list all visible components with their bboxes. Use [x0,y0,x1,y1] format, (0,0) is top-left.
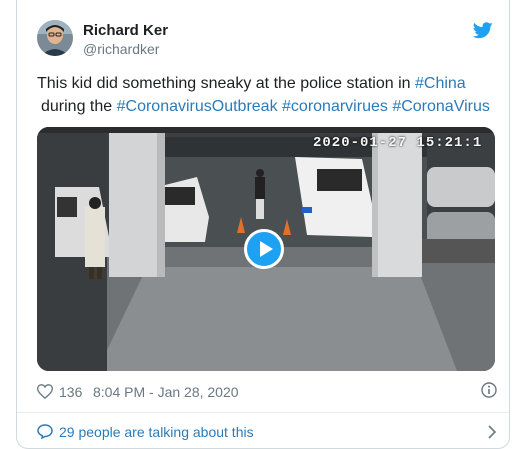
divider [17,412,509,413]
hashtag-china[interactable]: #China [415,75,466,92]
play-icon [260,241,273,257]
hashtag-coronarvirues[interactable]: #coronarvirues [282,98,388,115]
conversation-label: 29 people are talking about this [59,424,254,440]
video-timestamp-overlay: 2020-01-27 15:21:1 [313,135,483,151]
hashtag-coronavirus[interactable]: #CoronaVirus [392,98,490,115]
conversation-link[interactable]: 29 people are talking about this [37,422,497,442]
hashtag-coronavirusoutbreak[interactable]: #CoronavirusOutbreak [117,98,278,115]
tweet-meta: 136 8:04 PM - Jan 28, 2020 [36,382,497,402]
like-count[interactable]: 136 [59,384,82,400]
info-icon[interactable] [481,382,497,398]
twitter-bird-icon[interactable] [472,22,493,39]
heart-icon[interactable] [36,384,54,400]
tweet-text-part: during the [41,98,117,115]
play-button[interactable] [244,229,284,269]
tweet-text-part: This kid did something sneaky at the pol… [37,75,415,92]
author-handle[interactable]: @richardker [83,41,159,57]
author-avatar[interactable] [37,20,73,56]
tweet-timestamp[interactable]: 8:04 PM - Jan 28, 2020 [93,384,239,400]
comment-bubble-icon [37,424,53,440]
video-player[interactable]: 2020-01-27 15:21:1 [37,127,495,371]
author-name[interactable]: Richard Ker [83,22,168,39]
tweet-card: Richard Ker @richardker This kid did som… [16,0,510,449]
tweet-text: This kid did something sneaky at the pol… [37,72,507,118]
chevron-right-icon [487,425,497,439]
